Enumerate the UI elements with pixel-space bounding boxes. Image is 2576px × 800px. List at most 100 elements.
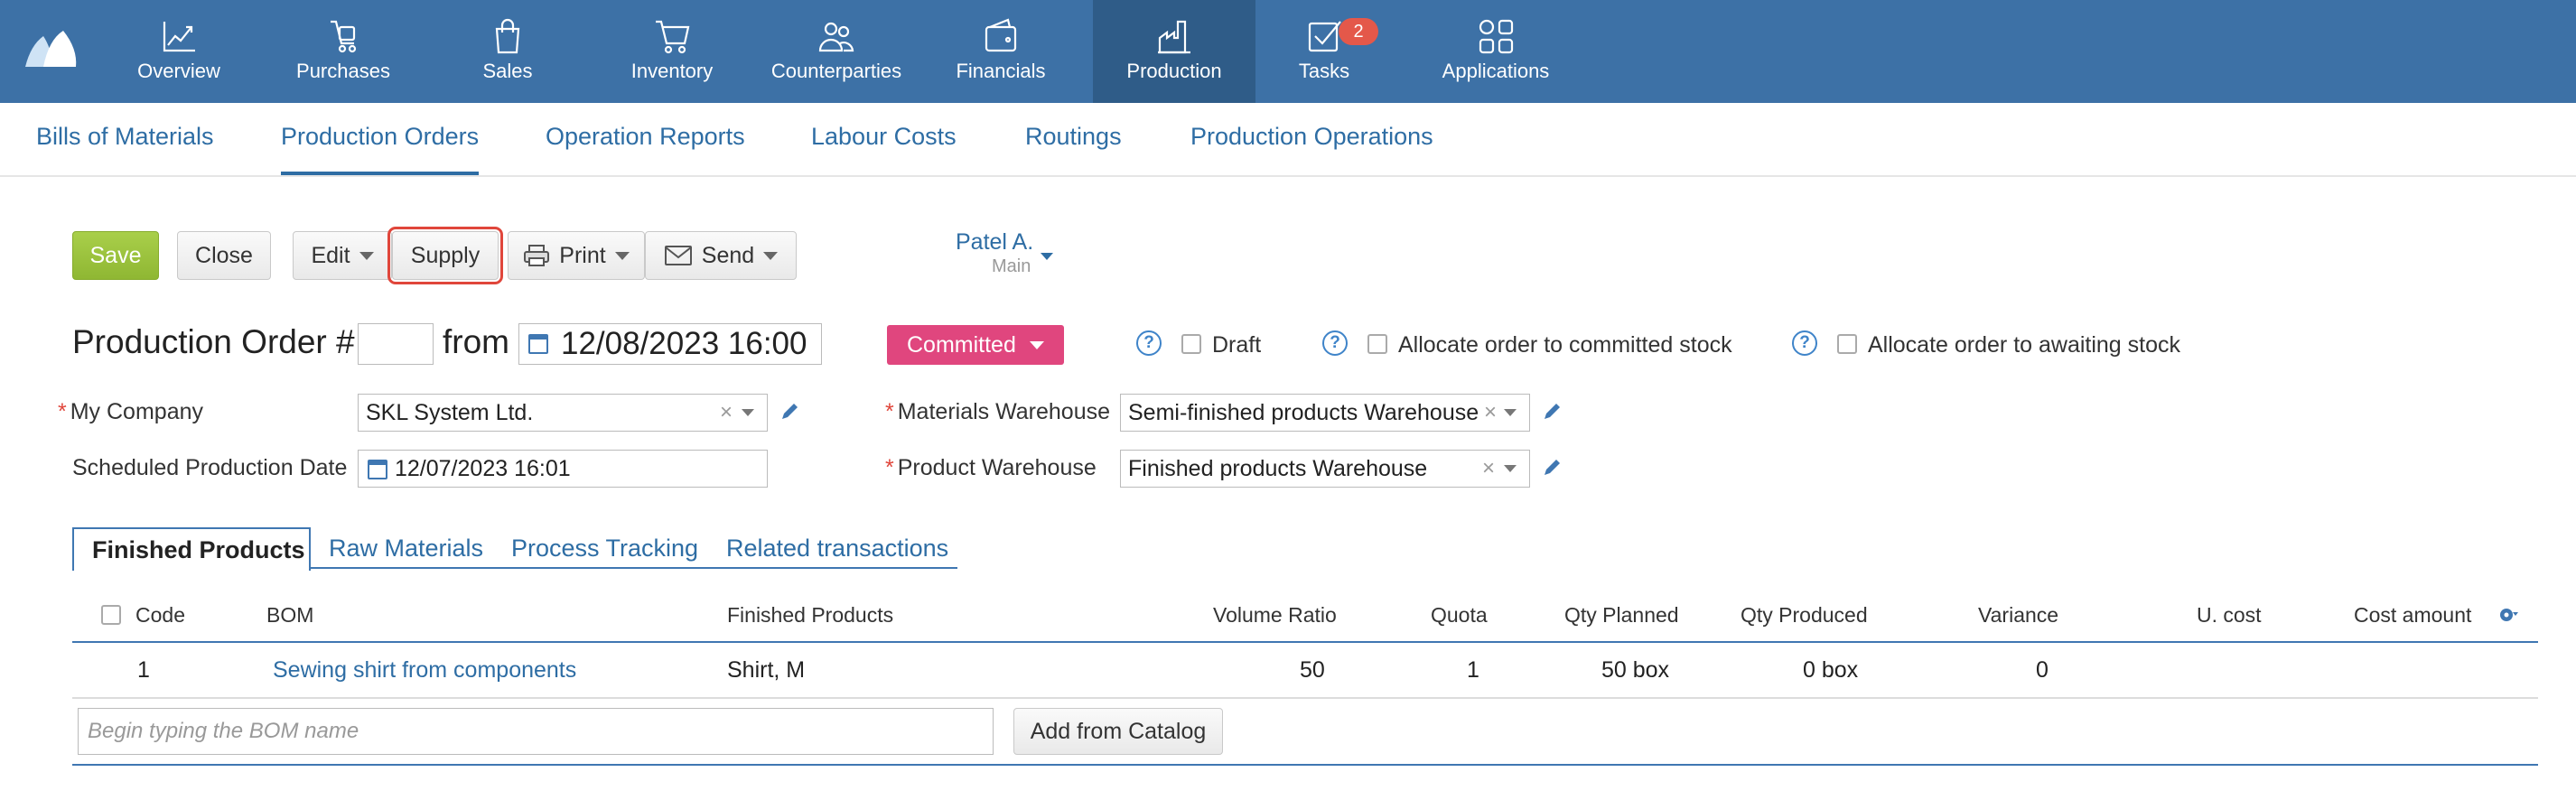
factory-icon [1158,20,1190,54]
owner-context: Main [992,256,1031,276]
subtab-operation-reports[interactable]: Operation Reports [546,103,745,175]
edit-pencil-icon[interactable] [779,401,800,423]
scheduled-date-label: Scheduled Production Date [72,455,348,480]
nav-financials[interactable]: Financials [919,0,1082,103]
scheduled-date-input[interactable]: 12/07/2023 16:01 [358,450,768,488]
close-button[interactable]: Close [177,231,271,280]
help-icon[interactable]: ? [1136,330,1162,356]
row-variance: 0 [2036,657,2049,683]
people-icon [818,22,854,52]
clear-icon[interactable]: × [1482,402,1499,423]
company-label: * My Company [58,399,203,425]
order-date-input[interactable]: 12/08/2023 16:00 [518,323,822,365]
chevron-down-icon [763,251,779,260]
tab-raw-materials[interactable]: Raw Materials [329,527,483,569]
subtab-routings[interactable]: Routings [1025,103,1122,175]
nav-label: Overview [137,60,220,82]
chevron-down-icon[interactable] [1504,409,1517,416]
edit-button-label: Edit [311,242,350,268]
save-button[interactable]: Save [72,231,159,280]
row-volume-ratio[interactable]: 50 [1300,657,1325,684]
chevron-down-icon[interactable] [742,409,754,416]
subtab-production-operations[interactable]: Production Operations [1190,103,1433,175]
clear-icon[interactable]: × [1482,458,1495,479]
tab-related-transactions[interactable]: Related transactions [726,527,948,569]
column-header-finished-products[interactable]: Finished Products [727,603,893,628]
nav-inventory[interactable]: Inventory [591,0,753,103]
production-subnav: Bills of Materials Production Orders Ope… [0,103,2576,177]
column-settings-gear-icon[interactable] [2498,605,2518,625]
tab-finished-products[interactable]: Finished Products [72,527,311,571]
materials-warehouse-select[interactable]: Semi-finished products Warehouse × [1120,394,1530,432]
row-divider [72,697,2538,699]
edit-pencil-icon[interactable] [1541,457,1563,479]
product-warehouse-select[interactable]: Finished products Warehouse × [1120,450,1530,488]
nav-overview[interactable]: Overview [98,0,260,103]
column-header-volume-ratio[interactable]: Volume Ratio [1213,603,1337,628]
subtab-production-orders[interactable]: Production Orders [281,103,480,175]
allocate-committed-checkbox[interactable] [1367,334,1387,354]
company-select[interactable]: SKL System Ltd. × [358,394,768,432]
draft-checkbox[interactable] [1181,334,1201,354]
select-all-checkbox[interactable] [101,605,121,625]
column-header-qty-planned[interactable]: Qty Planned [1564,603,1679,628]
nav-label: Purchases [296,60,390,82]
nav-purchases[interactable]: Purchases [262,0,425,103]
bom-search-input[interactable]: Begin typing the BOM name [78,708,994,755]
tasks-count-badge: 2 [1339,18,1378,45]
nav-counterparties[interactable]: Counterparties [755,0,918,103]
add-from-catalog-button[interactable]: Add from Catalog [1013,708,1223,755]
order-date-value: 12/08/2023 16:00 [561,326,807,361]
column-header-code[interactable]: Code [135,603,185,628]
row-qty-produced: 0 box [1803,657,1859,683]
page-title: Production Order # [72,323,355,360]
allocate-committed-label: Allocate order to committed stock [1398,332,1732,358]
clear-icon[interactable]: × [720,402,733,423]
nav-label: Tasks [1298,60,1350,82]
chevron-down-icon [359,251,374,260]
row-quota[interactable]: 1 [1467,657,1479,684]
nav-production[interactable]: Production [1093,0,1255,103]
column-header-qty-produced[interactable]: Qty Produced [1741,603,1868,628]
row-qty-planned[interactable]: 50 box [1601,657,1669,684]
subtab-labour-costs[interactable]: Labour Costs [811,103,957,175]
column-header-variance[interactable]: Variance [1978,603,2058,628]
chevron-down-icon[interactable] [1041,253,1053,260]
top-navigation-bar: Overview Purchases Sales Inventory Count… [0,0,2576,103]
help-icon[interactable]: ? [1322,330,1348,356]
allocate-awaiting-checkbox[interactable] [1837,334,1857,354]
help-icon[interactable]: ? [1792,330,1817,356]
company-label-text: My Company [70,399,203,424]
nav-tasks[interactable]: 2 Tasks [1243,0,1405,103]
product-warehouse-label-text: Product Warehouse [897,455,1097,480]
status-dropdown[interactable]: Committed [887,325,1064,365]
apps-grid-icon [1479,19,1514,54]
subtab-bills-of-materials[interactable]: Bills of Materials [36,103,214,175]
chevron-down-icon[interactable] [1504,465,1517,472]
tab-process-tracking[interactable]: Process Tracking [511,527,698,569]
send-menu-button[interactable]: Send [645,231,797,280]
column-header-quota[interactable]: Quota [1431,603,1488,628]
print-menu-button[interactable]: Print [508,231,645,280]
envelope-icon [664,246,692,265]
column-header-bom[interactable]: BOM [266,603,313,628]
nav-label: Sales [482,60,533,82]
owner-name[interactable]: Patel A. [956,229,1033,256]
calendar-icon[interactable] [528,334,548,354]
chart-line-icon [163,22,195,52]
edit-menu-button[interactable]: Edit [293,231,392,280]
column-header-unit-cost[interactable]: U. cost [2197,603,2262,628]
order-number-input[interactable] [358,323,434,365]
calendar-icon[interactable] [368,460,387,479]
app-logo-icon[interactable] [23,27,79,70]
supply-button-label: Supply [410,242,481,268]
nav-sales[interactable]: Sales [426,0,589,103]
edit-pencil-icon[interactable] [1541,401,1563,423]
row-bom-link[interactable]: Sewing shirt from components [273,657,576,684]
column-header-cost-amount[interactable]: Cost amount [2354,603,2471,628]
chevron-down-icon [614,251,630,260]
add-from-catalog-label: Add from Catalog [1030,718,1207,744]
materials-warehouse-value: Semi-finished products Warehouse [1128,400,1479,425]
nav-applications[interactable]: Applications [1414,0,1577,103]
supply-button[interactable]: Supply [387,227,503,284]
